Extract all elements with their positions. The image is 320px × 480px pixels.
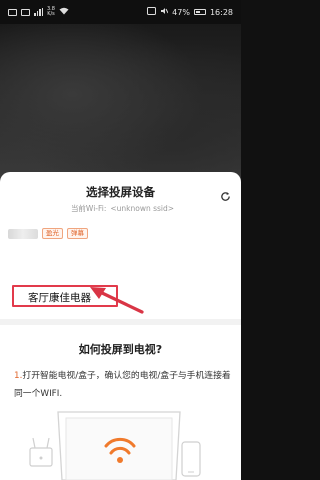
- battery-percent: 47%: [172, 7, 190, 17]
- battery-icon: [193, 9, 206, 15]
- current-wifi: 当前Wi-Fi: <unknown ssid>: [0, 203, 241, 214]
- section-divider: [0, 319, 241, 325]
- howto-title: 如何投屏到电视?: [78, 343, 163, 356]
- tv-illustration: [29, 411, 201, 480]
- nfc-icon: [147, 7, 157, 17]
- status-bar: 3.8 K/s 47% 16:28: [0, 0, 241, 24]
- clock: 16:28: [209, 7, 233, 17]
- wifi-label: 当前Wi-Fi:: [70, 204, 107, 213]
- phone-icon: [181, 441, 201, 477]
- router-icon: [29, 437, 53, 467]
- wifi-status-icon: [59, 7, 69, 17]
- tv-icon: [57, 411, 181, 480]
- device-item[interactable]: 盈光 弹幕: [8, 228, 88, 239]
- speed-unit: K/s: [47, 11, 55, 17]
- mute-icon: [160, 7, 169, 17]
- device-tag: 盈光: [42, 228, 63, 239]
- annotation-arrow-icon: [90, 287, 144, 314]
- status-right: 47% 16:28: [147, 7, 233, 17]
- selected-device-item[interactable]: 客厅康佳电器: [28, 290, 91, 305]
- wifi-ssid: <unknown ssid>: [110, 204, 175, 213]
- device-tag: 弹幕: [67, 228, 88, 239]
- gallery-icon: [21, 8, 30, 16]
- howto-step: 1.打开智能电视/盒子，确认您的电视/盒子与手机连接着同一个WIFI.: [14, 367, 232, 403]
- message-icon: [8, 8, 17, 16]
- signal-icon: [34, 8, 43, 16]
- cast-device-sheet: 选择投屏设备 当前Wi-Fi: <unknown ssid> 盈光 弹幕 客厅康佳…: [0, 172, 241, 480]
- refresh-icon[interactable]: [220, 191, 231, 202]
- network-speed: 3.8 K/s: [47, 7, 55, 17]
- status-left: 3.8 K/s: [8, 7, 69, 17]
- blurred-device-name: [8, 228, 38, 239]
- step-text: 打开智能电视/盒子，确认您的电视/盒子与手机连接着同一个WIFI.: [14, 371, 231, 399]
- sheet-title: 选择投屏设备: [86, 185, 155, 199]
